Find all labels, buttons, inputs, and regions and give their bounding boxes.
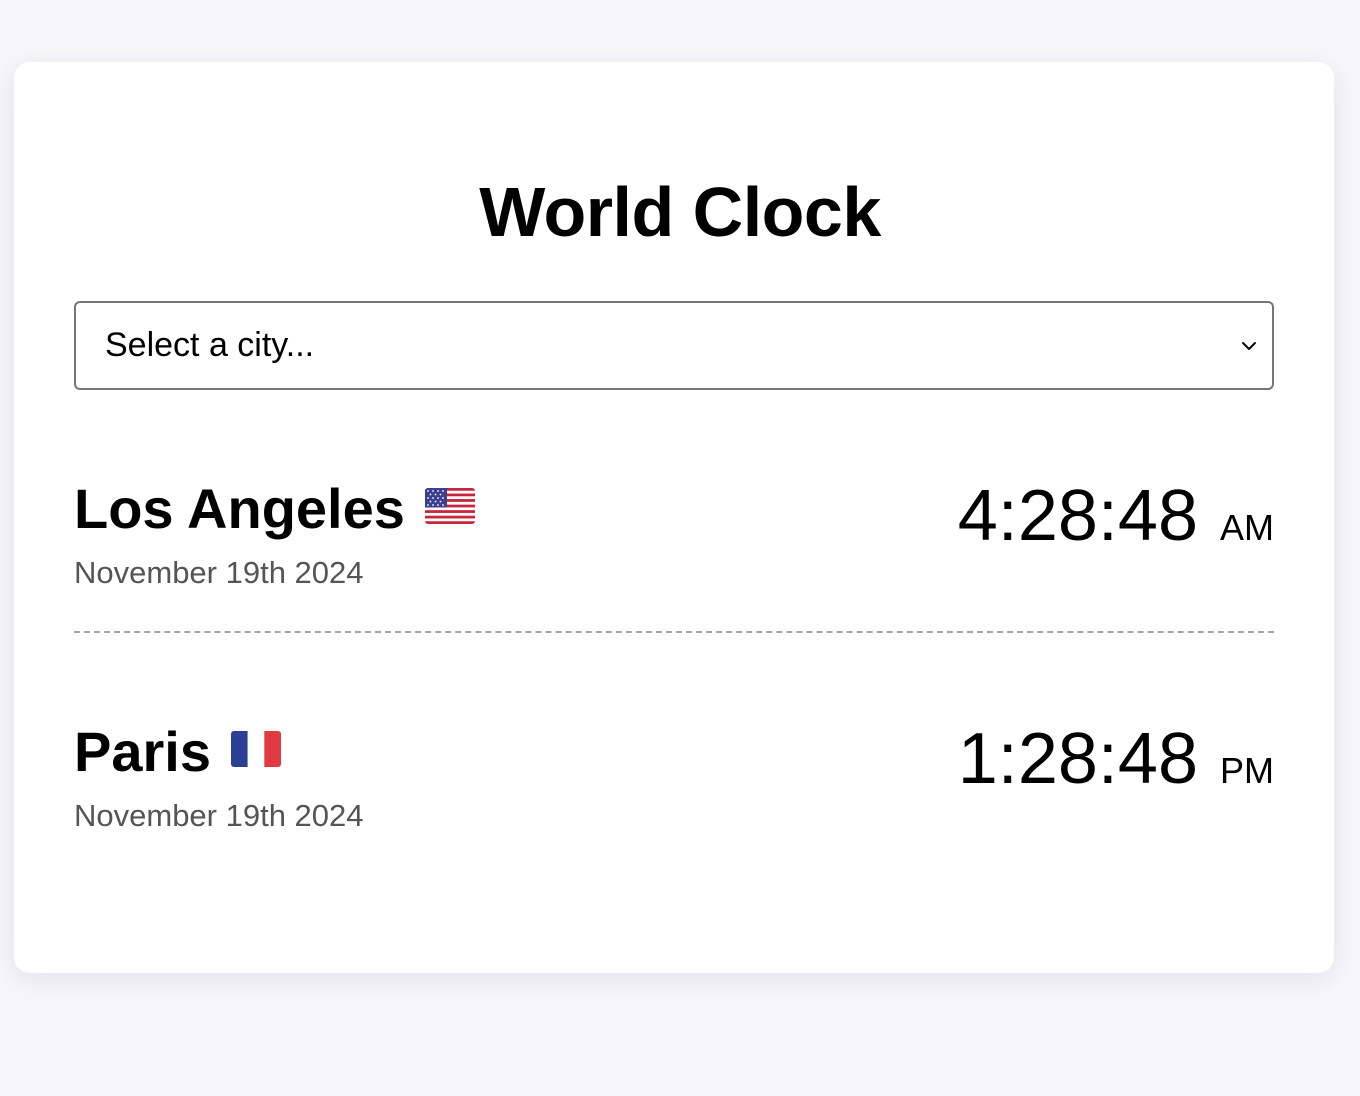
time-value: 1:28:48 (957, 719, 1198, 799)
city-select[interactable]: Select a city... (74, 301, 1274, 390)
time-period: AM (1220, 507, 1274, 548)
city-date: November 19th 2024 (74, 798, 364, 833)
page-title: World Clock (479, 173, 881, 251)
city-row-paris: Paris November 19th 2024 1:28:48 PM (74, 719, 1274, 849)
city-select-placeholder: Select a city... (105, 326, 315, 364)
city-name-heading: Paris (74, 719, 281, 785)
city-date: November 19th 2024 (74, 555, 364, 590)
city-time: 4:28:48 AM (958, 476, 1274, 556)
city-name: Paris (74, 720, 211, 783)
time-value: 4:28:48 (957, 476, 1198, 556)
city-time: 1:28:48 PM (958, 719, 1274, 799)
city-row-los-angeles: Los Angeles November 19th 2024 4:28:48 A… (74, 476, 1274, 606)
city-name-heading: Los Angeles (74, 476, 475, 542)
us-flag-icon (424, 488, 475, 524)
france-flag-icon (231, 731, 281, 767)
chevron-down-icon (1242, 342, 1256, 350)
city-divider (74, 631, 1274, 633)
time-period: PM (1220, 750, 1274, 791)
city-name: Los Angeles (74, 477, 405, 540)
